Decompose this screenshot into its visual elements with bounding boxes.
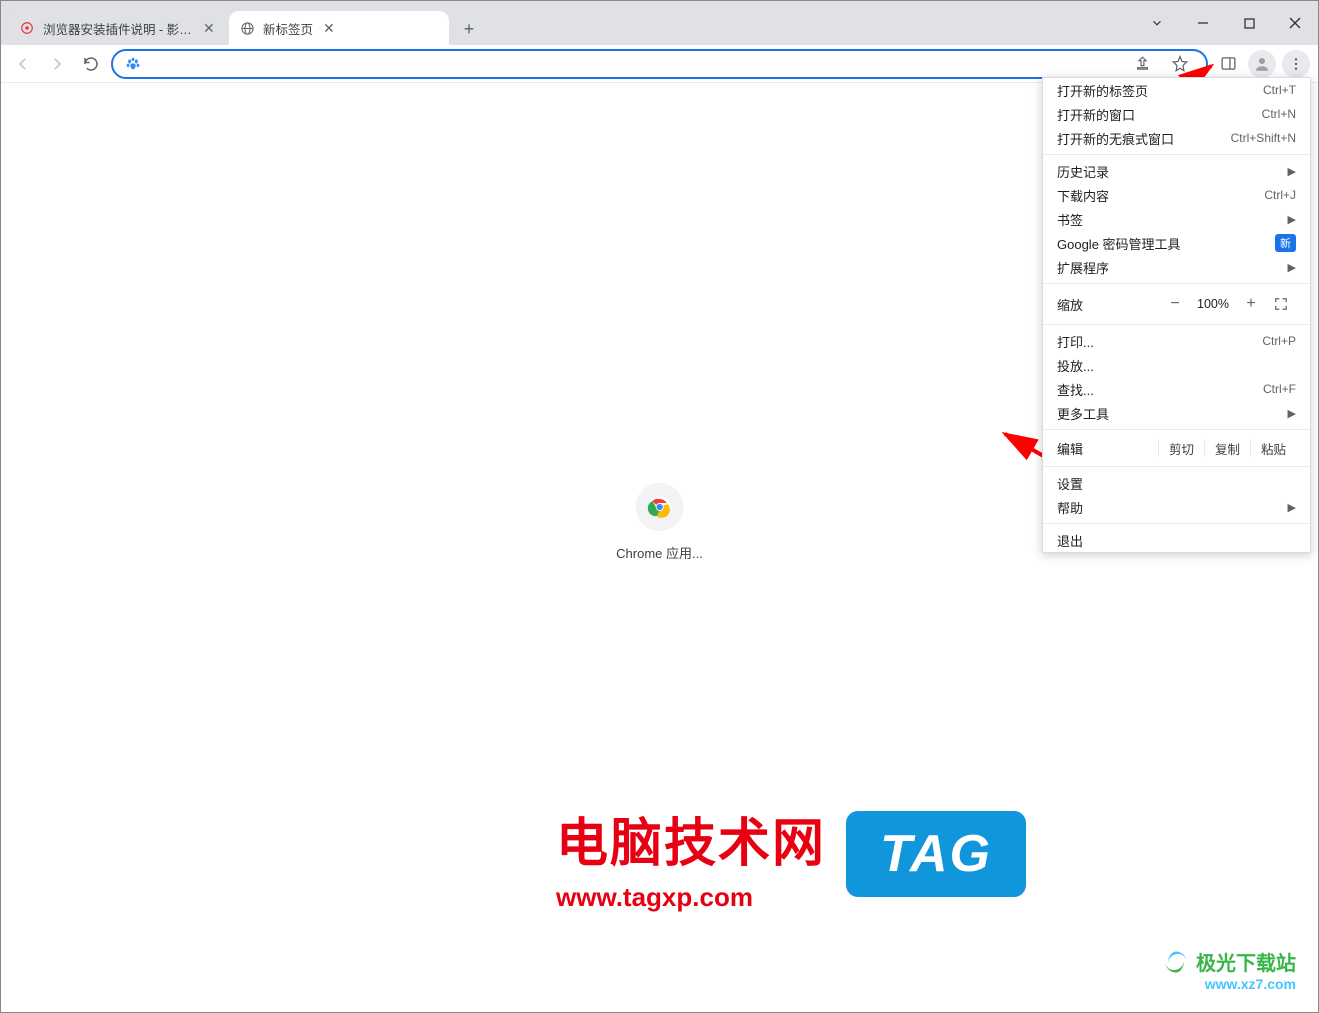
reload-button[interactable] — [77, 50, 105, 78]
zoom-out-button[interactable]: − — [1160, 295, 1190, 313]
menu-separator — [1043, 523, 1310, 524]
menu-separator — [1043, 466, 1310, 467]
chevron-right-icon: ▶ — [1288, 261, 1296, 274]
menu-bookmarks[interactable]: 书签 ▶ — [1043, 207, 1310, 231]
menu-separator — [1043, 283, 1310, 284]
menu-history[interactable]: 历史记录 ▶ — [1043, 159, 1310, 183]
profile-avatar-icon[interactable] — [1248, 50, 1276, 78]
menu-separator — [1043, 154, 1310, 155]
minimize-button[interactable] — [1180, 8, 1226, 38]
menu-print[interactable]: 打印... Ctrl+P — [1043, 329, 1310, 353]
menu-zoom: 缩放 − 100% + — [1043, 288, 1310, 320]
tab-title: 浏览器安装插件说明 - 影刀帮助 — [43, 19, 193, 38]
menu-edit: 编辑 剪切 复制 粘贴 — [1043, 434, 1310, 462]
tab-strip: 浏览器安装插件说明 - 影刀帮助 ✕ 新标签页 ✕ + — [1, 1, 1318, 45]
shortcut-label: Chrome 应用... — [616, 543, 703, 562]
chevron-down-icon[interactable] — [1134, 8, 1180, 38]
baidu-paw-icon — [125, 56, 141, 72]
new-badge: 新 — [1275, 234, 1296, 252]
swirl-logo-icon — [1162, 948, 1190, 976]
tab-plugin-help[interactable]: 浏览器安装插件说明 - 影刀帮助 ✕ — [9, 11, 229, 45]
chevron-right-icon: ▶ — [1288, 213, 1296, 226]
favicon-icon — [19, 20, 35, 36]
globe-icon — [239, 20, 255, 36]
tag-badge: TAG — [846, 811, 1026, 897]
watermark-tagxp: 电脑技术网 www.tagxp.com TAG — [556, 801, 826, 913]
side-panel-icon[interactable] — [1214, 50, 1242, 78]
menu-settings[interactable]: 设置 — [1043, 471, 1310, 495]
menu-help[interactable]: 帮助 ▶ — [1043, 495, 1310, 519]
zoom-value: 100% — [1190, 297, 1236, 311]
tab-new-tab[interactable]: 新标签页 ✕ — [229, 11, 449, 45]
back-button[interactable] — [9, 50, 37, 78]
menu-extensions[interactable]: 扩展程序 ▶ — [1043, 255, 1310, 279]
fullscreen-icon[interactable] — [1266, 297, 1296, 311]
chrome-main-menu: 打开新的标签页 Ctrl+T 打开新的窗口 Ctrl+N 打开新的无痕式窗口 C… — [1042, 77, 1311, 553]
menu-new-tab[interactable]: 打开新的标签页 Ctrl+T — [1043, 78, 1310, 102]
bookmark-star-icon[interactable] — [1166, 50, 1194, 78]
chrome-apps-shortcut[interactable]: Chrome 应用... — [616, 483, 703, 562]
menu-cast[interactable]: 投放... — [1043, 353, 1310, 377]
menu-find[interactable]: 查找... Ctrl+F — [1043, 377, 1310, 401]
menu-new-incognito[interactable]: 打开新的无痕式窗口 Ctrl+Shift+N — [1043, 126, 1310, 150]
address-bar[interactable] — [111, 49, 1208, 79]
chevron-right-icon: ▶ — [1288, 165, 1296, 178]
zoom-in-button[interactable]: + — [1236, 295, 1266, 313]
menu-new-window[interactable]: 打开新的窗口 Ctrl+N — [1043, 102, 1310, 126]
watermark-xz7: 极光下载站 www.xz7.com — [1162, 947, 1296, 992]
menu-more-tools[interactable]: 更多工具 ▶ — [1043, 401, 1310, 425]
chrome-apps-icon — [636, 483, 684, 531]
url-input[interactable] — [151, 56, 1118, 72]
copy-button[interactable]: 复制 — [1204, 439, 1250, 457]
chevron-right-icon: ▶ — [1288, 501, 1296, 514]
paste-button[interactable]: 粘贴 — [1250, 439, 1296, 457]
kebab-menu-button[interactable] — [1282, 50, 1310, 78]
menu-password-manager[interactable]: Google 密码管理工具 新 — [1043, 231, 1310, 255]
cut-button[interactable]: 剪切 — [1158, 439, 1204, 457]
new-tab-button[interactable]: + — [455, 15, 483, 43]
chevron-right-icon: ▶ — [1288, 407, 1296, 420]
close-icon[interactable]: ✕ — [323, 20, 335, 37]
menu-separator — [1043, 429, 1310, 430]
maximize-button[interactable] — [1226, 8, 1272, 38]
menu-separator — [1043, 324, 1310, 325]
menu-exit[interactable]: 退出 — [1043, 528, 1310, 552]
window-controls — [1134, 1, 1318, 45]
forward-button[interactable] — [43, 50, 71, 78]
close-window-button[interactable] — [1272, 8, 1318, 38]
menu-downloads[interactable]: 下载内容 Ctrl+J — [1043, 183, 1310, 207]
share-icon[interactable] — [1128, 50, 1156, 78]
tab-title: 新标签页 — [263, 19, 313, 38]
close-icon[interactable]: ✕ — [203, 20, 215, 37]
